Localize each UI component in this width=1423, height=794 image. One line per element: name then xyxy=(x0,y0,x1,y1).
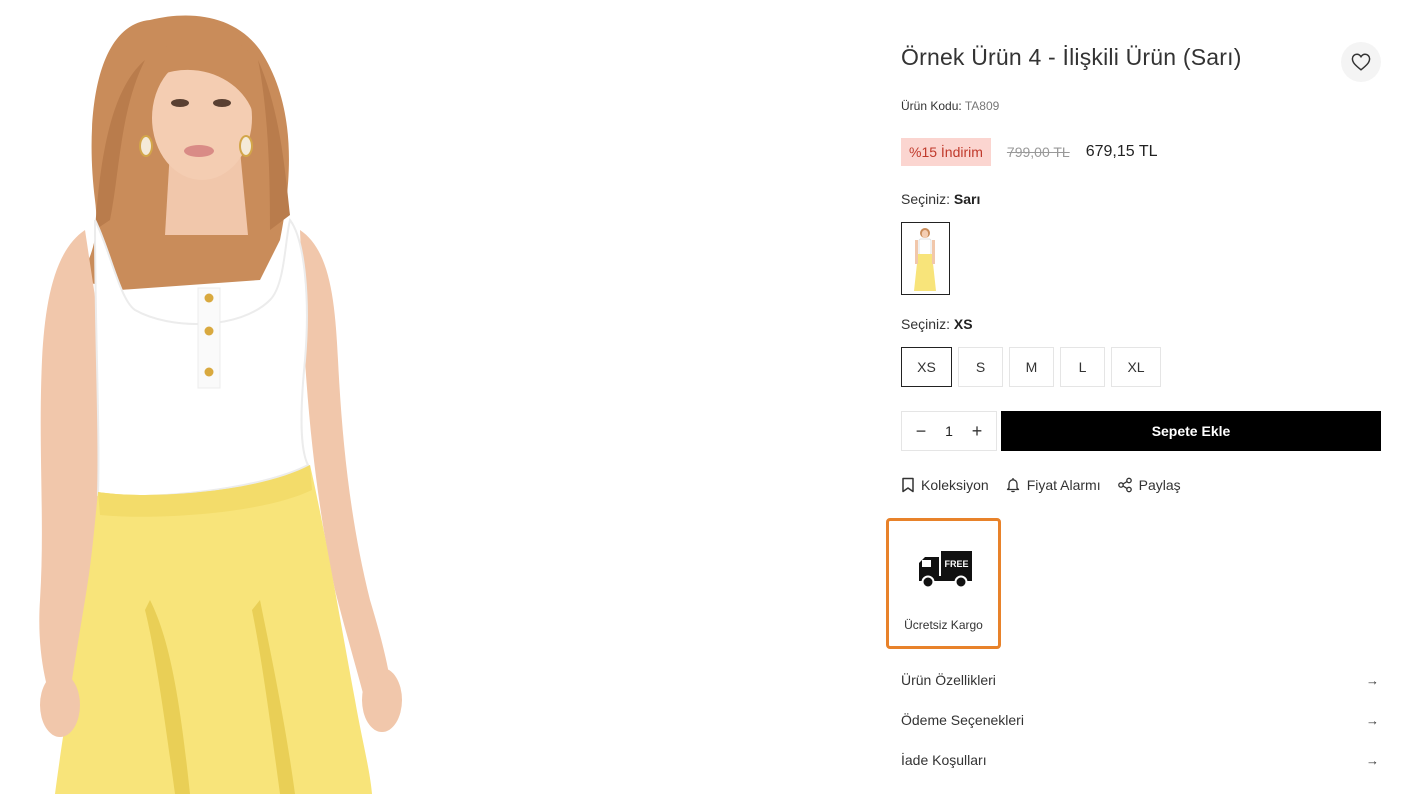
size-option-xl[interactable]: XL xyxy=(1111,347,1161,387)
discount-badge: %15 İndirim xyxy=(901,138,991,166)
free-shipping-card[interactable]: FREE Ücretsiz Kargo xyxy=(886,518,1001,649)
free-badge-text: FREE xyxy=(944,559,968,569)
product-photo xyxy=(0,0,662,794)
product-code-value: TA809 xyxy=(964,99,1000,113)
free-shipping-label: Ücretsiz Kargo xyxy=(904,618,983,632)
size-selector-label: Seçiniz: XS xyxy=(901,316,973,332)
arrow-right-icon: → xyxy=(1366,672,1379,688)
price-alarm-button[interactable]: Fiyat Alarmı xyxy=(1005,475,1101,495)
product-code-label: Ürün Kodu: xyxy=(901,99,962,113)
arrow-right-icon: → xyxy=(1366,712,1379,728)
quantity-value[interactable]: 1 xyxy=(945,423,953,439)
accordion-return-policy[interactable]: İade Koşulları → xyxy=(901,748,1381,772)
quantity-increase-button[interactable]: + xyxy=(970,422,984,440)
truck-icon: FREE xyxy=(919,551,972,589)
accordion-payment-options[interactable]: Ödeme Seçenekleri → xyxy=(901,708,1381,732)
product-main-image[interactable] xyxy=(0,0,662,794)
size-option-l[interactable]: L xyxy=(1060,347,1105,387)
color-selector-prefix: Seçiniz: xyxy=(901,191,951,207)
old-price: 799,00 TL xyxy=(1006,144,1070,160)
size-selector-value: XS xyxy=(953,316,973,332)
quantity-stepper: − 1 + xyxy=(901,411,997,451)
current-price: 679,15 TL xyxy=(1085,143,1158,160)
share-button[interactable]: Paylaş xyxy=(1117,475,1181,495)
product-info-panel: Örnek Ürün 4 - İlişkili Ürün (Sarı) Ürün… xyxy=(886,0,1381,794)
size-option-xs[interactable]: XS xyxy=(901,347,952,387)
color-selector-value: Sarı xyxy=(953,191,981,207)
bell-icon xyxy=(1006,478,1019,493)
color-selector-label: Seçiniz: Sarı xyxy=(901,191,980,207)
color-swatch-sari[interactable] xyxy=(901,222,950,295)
size-option-s[interactable]: S xyxy=(958,347,1003,387)
size-options: XS S M L XL xyxy=(901,347,1161,387)
arrow-right-icon: → xyxy=(1366,752,1379,768)
quantity-decrease-button[interactable]: − xyxy=(914,422,928,440)
product-actions: Koleksiyon Fiyat Alarmı Paylaş xyxy=(901,475,1197,495)
color-swatch-thumbnail xyxy=(902,223,949,294)
size-option-m[interactable]: M xyxy=(1009,347,1054,387)
favorite-button[interactable] xyxy=(1341,42,1381,82)
add-to-cart-button[interactable]: Sepete Ekle xyxy=(1001,411,1381,451)
product-title: Örnek Ürün 4 - İlişkili Ürün (Sarı) xyxy=(901,44,1242,70)
collection-button[interactable]: Koleksiyon xyxy=(901,475,989,495)
accordion-label: Ürün Özellikleri xyxy=(901,672,996,688)
accordion-label: Ödeme Seçenekleri xyxy=(901,712,1024,728)
accordion-product-features[interactable]: Ürün Özellikleri → xyxy=(901,668,1381,692)
share-label: Paylaş xyxy=(1138,477,1181,493)
bookmark-icon xyxy=(902,477,914,493)
price-row: %15 İndirim 799,00 TL 679,15 TL xyxy=(901,138,1157,166)
share-icon xyxy=(1117,477,1132,493)
product-code: Ürün Kodu: TA809 xyxy=(901,99,999,113)
collection-label: Koleksiyon xyxy=(921,477,989,493)
price-alarm-label: Fiyat Alarmı xyxy=(1026,477,1101,493)
heart-icon xyxy=(1351,53,1371,71)
size-selector-prefix: Seçiniz: xyxy=(901,316,951,332)
accordion-label: İade Koşulları xyxy=(901,752,987,768)
